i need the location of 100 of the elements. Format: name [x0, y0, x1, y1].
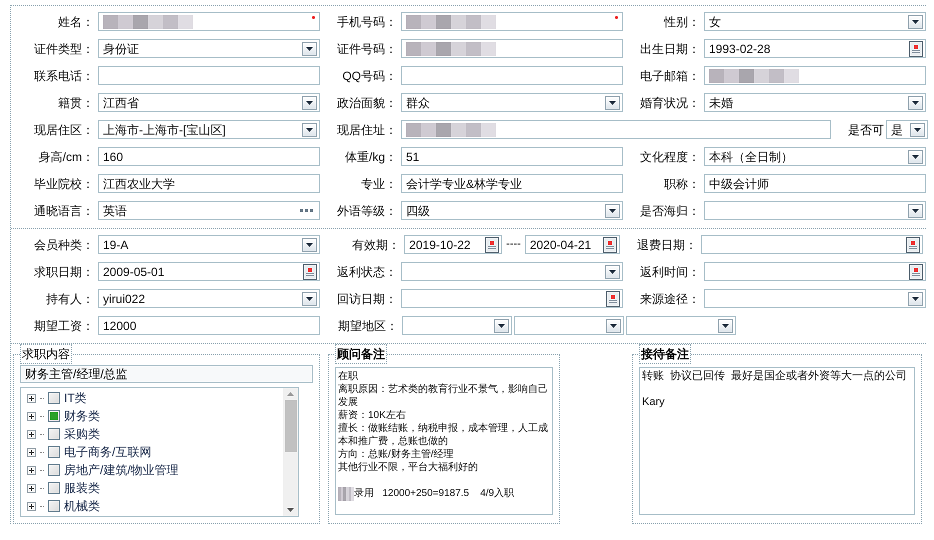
scrollbar[interactable] — [283, 388, 298, 516]
field-label: 退费日期： — [636, 236, 698, 254]
date-field[interactable]: 1993-02-28 — [704, 39, 926, 58]
field-label: 籍贯： — [57, 94, 95, 112]
text-field[interactable]: 51 — [401, 147, 623, 166]
text-field[interactable] — [98, 66, 320, 85]
select-field[interactable]: 身份证 — [98, 39, 320, 58]
select-field[interactable]: 未婚 — [704, 93, 926, 112]
scroll-down-icon[interactable] — [287, 508, 294, 512]
note-line: 方向：总账/财务主管/经理 — [338, 448, 454, 461]
text-field[interactable]: 160 — [98, 147, 320, 166]
field-label: 体重/kg： — [344, 148, 398, 166]
lookup-field[interactable]: 英语 — [98, 201, 320, 220]
field-label: 期望工资： — [33, 318, 95, 334]
field-label: 职称： — [663, 176, 701, 192]
text-field[interactable]: 12000 — [98, 316, 320, 335]
select-field[interactable] — [704, 201, 926, 220]
calendar-icon[interactable] — [606, 290, 620, 306]
select-field[interactable]: 19-A — [98, 235, 320, 254]
calendar-icon[interactable] — [303, 264, 317, 280]
text-field[interactable] — [401, 66, 623, 85]
text-field[interactable] — [401, 12, 623, 31]
field-label: 性别： — [662, 14, 701, 30]
text-field[interactable]: 中级会计师 — [704, 174, 926, 193]
tree-item-label[interactable]: IT类 — [64, 389, 87, 407]
select-field[interactable] — [402, 316, 512, 335]
field-label: 现居住区： — [33, 122, 95, 138]
field-label: 姓名： — [57, 14, 95, 30]
calendar-icon[interactable] — [485, 236, 500, 252]
reception-notes-box[interactable]: 转账 协议已回传 最好是国企或者外资等大一点的公司 Kary — [639, 367, 915, 515]
text-field[interactable]: 江西农业大学 — [98, 174, 320, 193]
tree-checkbox[interactable] — [48, 392, 60, 404]
field-label: 求职日期： — [33, 264, 95, 280]
calendar-icon[interactable] — [602, 236, 617, 252]
expand-plus-icon[interactable] — [27, 448, 36, 456]
select-field[interactable] — [401, 262, 623, 281]
field-label: 现居住址： — [336, 122, 398, 138]
field-label: 文化程度： — [639, 148, 701, 166]
tree-checkbox[interactable] — [48, 446, 60, 458]
field-label: 身高/cm： — [38, 148, 95, 166]
calendar-icon[interactable] — [906, 236, 920, 252]
tree-item-label[interactable]: 财务类 — [64, 407, 100, 425]
select-field[interactable]: 上海市-上海市-[宝山区] — [98, 120, 320, 139]
date-field[interactable]: 2009-05-01 — [98, 262, 320, 281]
date-field[interactable]: 2019-10-22 — [404, 235, 502, 254]
expand-plus-icon[interactable] — [27, 412, 36, 420]
tree-item-label[interactable]: 采购类 — [64, 425, 100, 443]
calendar-icon[interactable] — [909, 264, 923, 280]
select-field[interactable] — [704, 289, 926, 308]
field-label: 期望地区： — [337, 318, 399, 334]
date-field[interactable]: 2020-04-21 — [524, 235, 620, 254]
note-line: 在职 — [338, 370, 358, 383]
expand-plus-icon[interactable] — [27, 502, 36, 510]
field-label: 出生日期： — [639, 40, 701, 58]
select-field[interactable]: 江西省 — [98, 93, 320, 112]
field-label: 专业： — [360, 176, 398, 192]
select-field[interactable]: 四级 — [401, 201, 623, 220]
calendar-icon[interactable] — [909, 40, 923, 56]
scrollbar-thumb[interactable] — [284, 400, 296, 452]
select-field[interactable] — [626, 316, 736, 335]
tree-checkbox[interactable] — [48, 464, 60, 476]
select-field[interactable]: yirui022 — [98, 289, 320, 308]
advisor-notes-box[interactable]: 在职 离职原因：艺术类的教育行业不景气，影响自己发展 薪资：10K左右 擅长：做账结账，纳税申报，成本管理，人工成本和推广费，总账也做的 方向：总账/财务主管/经理 其他行业不限，平台大福利好的 录用 12000+250=9187.5 4/9入职 — [335, 367, 553, 515]
text-field[interactable] — [704, 66, 926, 85]
select-field[interactable]: 本科（全日制） — [704, 147, 926, 166]
field-label: 手机号码： — [336, 14, 398, 30]
select-field[interactable]: 是 — [886, 120, 928, 139]
select-field[interactable]: 群众 — [401, 93, 623, 112]
expand-plus-icon[interactable] — [27, 430, 36, 438]
date-field[interactable] — [700, 235, 923, 254]
expand-plus-icon[interactable] — [27, 484, 36, 492]
tree-checkbox[interactable] — [48, 410, 60, 422]
tree-item-label[interactable]: 电子商务/互联网 — [64, 443, 152, 461]
expand-plus-icon[interactable] — [27, 466, 36, 474]
tree-item-label[interactable]: 房地产/建筑/物业管理 — [64, 461, 179, 479]
text-field[interactable] — [401, 120, 831, 139]
text-field[interactable] — [98, 12, 320, 31]
text-field[interactable]: 会计学专业&林学专业 — [401, 174, 623, 193]
field-label: 返利时间： — [639, 264, 701, 280]
tree-item-label[interactable]: 机械类 — [64, 497, 100, 515]
select-field[interactable] — [514, 316, 624, 335]
field-label: 会员种类： — [33, 236, 95, 254]
field-label: 外语等级： — [336, 202, 398, 220]
panel-title: 求职内容 — [20, 344, 72, 364]
field-label: 是否可 — [848, 122, 884, 138]
tree-checkbox[interactable] — [48, 428, 60, 440]
select-field[interactable]: 女 — [704, 12, 926, 31]
panel-title: 顾问备注 — [335, 344, 387, 364]
date-field[interactable] — [401, 289, 623, 308]
field-label: 证件号码： — [336, 40, 398, 58]
tree-checkbox[interactable] — [48, 482, 60, 494]
text-field[interactable] — [401, 39, 623, 58]
tree-checkbox[interactable] — [48, 500, 60, 512]
field-label: 通晓语言： — [33, 202, 95, 220]
expand-plus-icon[interactable] — [27, 394, 36, 402]
tree-item-label[interactable]: 服装类 — [64, 479, 100, 497]
date-field[interactable] — [704, 262, 926, 281]
field-label: 回访日期： — [336, 290, 398, 308]
selection-field[interactable]: 财务主管/经理/总监 — [20, 365, 313, 383]
note-line: 离职原因：艺术类的教育行业不景气，影响自己发展 — [338, 383, 549, 409]
